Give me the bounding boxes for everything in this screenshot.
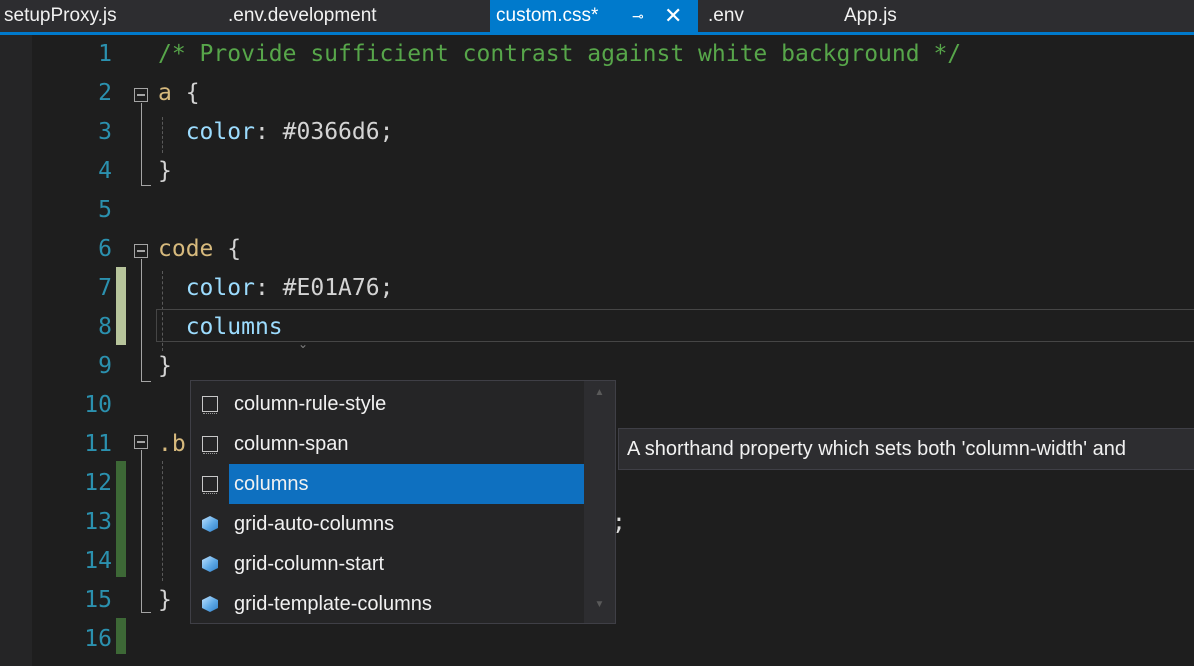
completion-item-label: column-span	[234, 433, 349, 455]
indent-guide	[162, 461, 163, 581]
property-icon	[202, 396, 218, 414]
line-number: 12	[84, 470, 112, 496]
tab-bar: setupProxy.js .env.development custom.cs…	[0, 0, 1194, 32]
completion-item-columns[interactable]: columns	[191, 464, 584, 504]
line-number: 4	[98, 158, 112, 184]
property-icon	[202, 436, 218, 454]
completion-item-label: grid-auto-columns	[234, 513, 395, 535]
code-line[interactable]: code {	[158, 230, 241, 269]
line-number: 13	[84, 509, 112, 535]
line-number: 8	[98, 314, 112, 340]
code-token: : #0366d6;	[254, 119, 394, 145]
scroll-down-icon[interactable]: ▼	[584, 599, 615, 610]
fold-guide-end	[141, 612, 151, 613]
completion-item-label: column-rule-style	[234, 393, 387, 415]
line-number: 11	[84, 431, 112, 457]
tab-label: .env	[708, 5, 744, 26]
line-number: 15	[84, 587, 112, 613]
line-number: 10	[84, 392, 112, 418]
completion-item-label: grid-column-start	[234, 553, 385, 575]
code-line[interactable]: .b	[158, 425, 186, 464]
code-editor[interactable]: 1 2 3 4 5 6 7 8 9 10 11 12 13 14 15 16 /* Provide suffi…	[0, 35, 1194, 666]
code-line[interactable]: }	[158, 581, 172, 620]
tab-label: custom.css*	[496, 5, 599, 26]
tab-custom-css[interactable]: custom.css* ⊸ ✕	[490, 0, 698, 32]
saved-change-marker	[116, 461, 126, 577]
fold-guide-end	[141, 185, 151, 186]
fold-guide	[141, 450, 142, 612]
editor-margin	[0, 35, 32, 666]
code-token: }	[158, 158, 172, 184]
indent-guide	[162, 117, 163, 153]
fold-toggle-icon[interactable]	[134, 88, 148, 102]
pin-icon[interactable]: ⊸	[632, 0, 644, 32]
tab-env[interactable]: .env	[700, 0, 836, 32]
code-token: /* Provide sufficient contrast against w…	[158, 41, 962, 67]
code-line[interactable]: }	[158, 152, 172, 191]
code-token: : #E01A76;	[254, 275, 394, 301]
code-token: .b	[158, 431, 186, 457]
line-number: 5	[98, 197, 112, 223]
current-line-highlight	[156, 309, 1194, 342]
completion-scrollbar[interactable]: ▲ ▼	[584, 381, 615, 623]
squiggle-underline: ⌄	[298, 337, 309, 351]
fold-guide-end	[141, 381, 151, 382]
line-number: 14	[84, 548, 112, 574]
tab-env-development[interactable]: .env.development	[222, 0, 488, 32]
code-token: code	[158, 236, 228, 262]
close-icon[interactable]: ✕	[664, 0, 682, 32]
code-token: {	[185, 80, 200, 106]
cube-icon	[202, 516, 218, 532]
line-number: 1	[98, 41, 112, 67]
line-number: 7	[98, 275, 112, 301]
code-line[interactable]: /* Provide sufficient contrast against w…	[158, 35, 961, 74]
code-token: {	[227, 236, 242, 262]
line-number: 6	[98, 236, 112, 262]
code-line[interactable]: }	[158, 347, 172, 386]
tab-setupproxy-js[interactable]: setupProxy.js	[0, 0, 220, 32]
code-token: color	[185, 119, 255, 145]
completion-list[interactable]: column-rule-style column-span columns grid-…	[190, 380, 616, 624]
fold-toggle-icon[interactable]	[134, 435, 148, 449]
code-token: }	[158, 587, 172, 613]
completion-item-label: grid-template-columns	[234, 593, 432, 615]
fold-guide	[141, 259, 142, 381]
cube-icon	[202, 556, 218, 572]
line-number: 9	[98, 353, 112, 379]
property-icon	[202, 476, 218, 494]
code-line[interactable]: a {	[158, 74, 200, 113]
fold-toggle-icon[interactable]	[134, 244, 148, 258]
completion-item-label: columns	[234, 473, 309, 495]
tab-label: setupProxy.js	[4, 5, 117, 26]
completion-item-column-rule-style[interactable]: column-rule-style	[191, 384, 584, 424]
completion-item-column-span[interactable]: column-span	[191, 424, 584, 464]
cube-icon	[202, 596, 218, 612]
code-line[interactable]: color: #E01A76;	[158, 269, 394, 308]
tooltip-text: A shorthand property which sets both 'co…	[627, 438, 1127, 460]
unsaved-change-marker	[116, 267, 126, 345]
code-token: color	[185, 275, 255, 301]
completion-item-grid-auto-columns[interactable]: grid-auto-columns	[191, 504, 584, 544]
completion-item-grid-template-columns[interactable]: grid-template-columns	[191, 584, 584, 624]
code-line[interactable]: color: #0366d6;	[158, 113, 394, 152]
line-number: 16	[84, 626, 112, 652]
tab-app-js[interactable]: App.js	[838, 0, 1018, 32]
code-token: a	[158, 80, 186, 106]
scroll-up-icon[interactable]: ▲	[584, 387, 615, 398]
saved-change-marker	[116, 618, 126, 654]
tab-label: App.js	[844, 5, 897, 26]
line-number: 2	[98, 80, 112, 106]
tab-label: .env.development	[228, 5, 377, 26]
fold-guide	[141, 103, 142, 185]
completion-item-grid-column-start[interactable]: grid-column-start	[191, 544, 584, 584]
completion-tooltip: A shorthand property which sets both 'co…	[618, 428, 1194, 470]
line-number: 3	[98, 119, 112, 145]
code-token: }	[158, 353, 172, 379]
